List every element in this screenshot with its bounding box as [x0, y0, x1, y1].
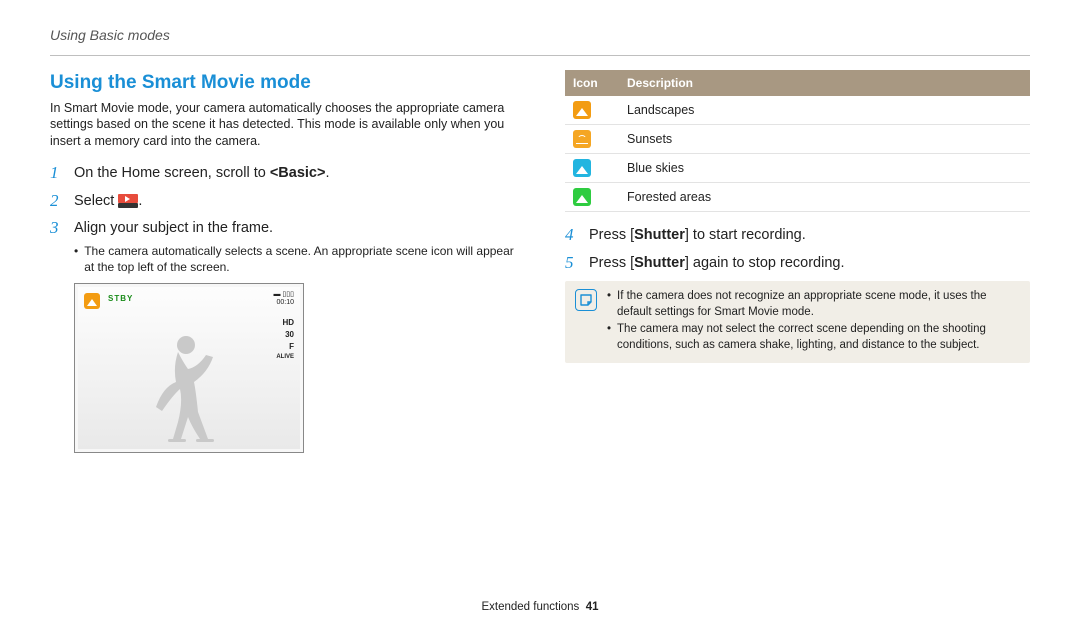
step-bold: Shutter [634, 227, 685, 243]
step-text: Align your subject in the frame. [74, 219, 515, 239]
smart-movie-mode-icon [118, 194, 138, 208]
f-label: F [276, 341, 294, 353]
left-column: Using the Smart Movie mode In Smart Movi… [50, 70, 515, 453]
note-box: •If the camera does not recognize an app… [565, 281, 1030, 363]
step-text-post: . [325, 165, 329, 181]
step-text-post: ] to start recording. [685, 227, 806, 243]
step-text-post: . [138, 193, 142, 209]
columns: Using the Smart Movie mode In Smart Movi… [50, 70, 1030, 453]
fps-label: 30 [276, 329, 294, 341]
footer-label: Extended functions [481, 601, 579, 613]
page-number: 41 [586, 601, 599, 613]
cell-desc: Forested areas [619, 183, 1030, 212]
intro-text: In Smart Movie mode, your camera automat… [50, 100, 515, 151]
note-icon [575, 289, 597, 311]
camera-right-icons: HD 30 F ALIVE [276, 317, 294, 362]
note-text: If the camera does not recognize an appr… [617, 289, 1020, 320]
rec-time: 00:10 [276, 299, 294, 306]
th-icon: Icon [565, 70, 619, 96]
step-1: 1 On the Home screen, scroll to <Basic>. [50, 164, 515, 184]
steps-right: 4 Press [Shutter] to start recording. 5 … [565, 226, 1030, 273]
step-3: 3 Align your subject in the frame. •The … [50, 219, 515, 275]
camera-top-right: ▬ ▯▯▯ 00:10 [273, 291, 294, 306]
step-text-post: ] again to stop recording. [685, 255, 845, 271]
stby-label: STBY [108, 294, 133, 305]
step-2: 2 Select . [50, 192, 515, 212]
cell-desc: Blue skies [619, 154, 1030, 183]
step-number: 3 [50, 219, 64, 275]
battery-icon: ▬ ▯▯▯ [273, 291, 294, 298]
step-text: Select [74, 193, 118, 209]
separator [50, 55, 1030, 56]
hd-label: HD [276, 317, 294, 329]
scene-icon-table: Icon Description Landscapes Sunsets Blue… [565, 70, 1030, 212]
step-text: Press [ [589, 227, 634, 243]
step-text: On the Home screen, scroll to [74, 165, 270, 181]
bullet-icon: • [74, 243, 78, 275]
page-title: Using the Smart Movie mode [50, 70, 515, 96]
table-row: Blue skies [565, 154, 1030, 183]
step-bold: Shutter [634, 255, 685, 271]
table-row: Sunsets [565, 125, 1030, 154]
forest-icon [573, 188, 591, 206]
bullet-icon: • [607, 322, 611, 353]
landscape-icon [573, 101, 591, 119]
step-text: Press [ [589, 255, 634, 271]
step-number: 2 [50, 192, 64, 212]
steps-left: 1 On the Home screen, scroll to <Basic>.… [50, 164, 515, 275]
skater-silhouette-icon [128, 327, 248, 447]
cell-desc: Sunsets [619, 125, 1030, 154]
step-bold: <Basic> [270, 165, 326, 181]
scene-icon [84, 293, 100, 309]
camera-preview: STBY ▬ ▯▯▯ 00:10 HD 30 F ALIVE [74, 283, 304, 453]
section-header: Using Basic modes [50, 26, 1030, 45]
th-desc: Description [619, 70, 1030, 96]
bullet-icon: • [607, 289, 611, 320]
step-5: 5 Press [Shutter] again to stop recordin… [565, 254, 1030, 274]
page-footer: Extended functions 41 [0, 600, 1080, 616]
note-text: The camera may not select the correct sc… [617, 322, 1020, 353]
alive-label: ALIVE [276, 353, 294, 362]
cell-desc: Landscapes [619, 96, 1030, 125]
step-4: 4 Press [Shutter] to start recording. [565, 226, 1030, 246]
sunset-icon [573, 130, 591, 148]
step-number: 4 [565, 226, 579, 246]
step-number: 1 [50, 164, 64, 184]
blue-sky-icon [573, 159, 591, 177]
table-row: Landscapes [565, 96, 1030, 125]
right-column: Icon Description Landscapes Sunsets Blue… [565, 70, 1030, 453]
table-row: Forested areas [565, 183, 1030, 212]
step-number: 5 [565, 254, 579, 274]
step-sub: The camera automatically selects a scene… [84, 243, 515, 275]
